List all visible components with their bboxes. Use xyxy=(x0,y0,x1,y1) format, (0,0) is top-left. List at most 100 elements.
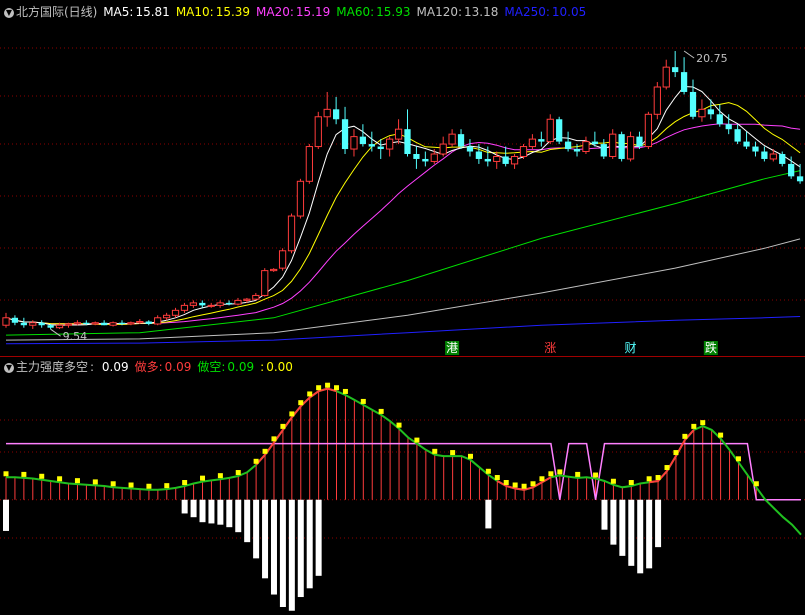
candle-body-up xyxy=(582,141,590,153)
candle-body-up xyxy=(305,146,313,182)
strength-marker xyxy=(467,453,473,459)
strength-marker xyxy=(92,479,98,485)
candle-body-up xyxy=(162,314,171,319)
chevron-down-icon[interactable]: ▼ xyxy=(4,7,14,18)
candle-body-up xyxy=(493,155,501,162)
candle-body-down xyxy=(341,119,349,150)
candle-body-down xyxy=(20,322,27,326)
candle-body-down xyxy=(502,156,509,164)
legend-value: 15.93 xyxy=(376,5,411,19)
ma20-line xyxy=(5,123,801,325)
short-bar xyxy=(235,499,242,533)
candle-body-down xyxy=(145,321,152,324)
legend-value: 0.09 xyxy=(227,360,255,374)
strength-marker xyxy=(664,465,670,471)
price-annotation: 9.54 xyxy=(63,330,88,343)
legend-value: 0.09 xyxy=(101,360,129,374)
strength-marker xyxy=(280,423,286,429)
candle-body-up xyxy=(644,113,653,148)
candle-body-up xyxy=(171,309,180,316)
strength-marker xyxy=(182,480,188,486)
strength-marker xyxy=(718,432,724,438)
candle-body-down xyxy=(11,317,19,323)
strength-marker xyxy=(271,436,277,442)
candle-body-up xyxy=(698,108,706,118)
legend-value: 0.00 xyxy=(266,360,293,374)
candle-body-down xyxy=(761,151,768,159)
legend-item: MA60: xyxy=(336,5,375,19)
ma10-line xyxy=(5,102,801,326)
candle-body-up xyxy=(386,138,394,150)
strength-line xyxy=(6,387,802,536)
candle-body-up xyxy=(252,294,260,300)
short-bar xyxy=(270,499,277,595)
strength-marker xyxy=(217,473,223,479)
legend-item: MA250: xyxy=(504,5,550,19)
ma250-line xyxy=(5,316,801,345)
strength-marker xyxy=(450,450,456,456)
candle-body-up xyxy=(546,118,554,143)
event-label: 港 xyxy=(446,341,458,355)
candle-body-down xyxy=(199,302,206,306)
candle-body-down xyxy=(672,67,679,73)
legend-item: 做空: xyxy=(197,360,226,374)
candle-body-down xyxy=(359,136,367,145)
strength-marker xyxy=(146,483,152,489)
strength-marker xyxy=(557,469,563,475)
strength-marker xyxy=(253,458,259,464)
candle-body-down xyxy=(466,146,474,152)
candle-body-up xyxy=(350,136,358,150)
legend-item: MA10: xyxy=(175,5,214,19)
strength-marker xyxy=(200,475,206,481)
strength-marker xyxy=(512,482,518,488)
candle-body-down xyxy=(556,119,563,142)
strength-marker xyxy=(753,481,759,487)
short-bar xyxy=(646,499,653,569)
candle-body-up xyxy=(314,116,322,148)
strength-marker xyxy=(593,472,599,478)
candle-body-down xyxy=(591,141,598,145)
strength-marker xyxy=(494,475,500,481)
stock-chart-window: 20.75 9.54 港涨财跌 ▼ 北方国际(日线) MA5: 15.81 MA10: 15… xyxy=(0,0,805,615)
strength-marker xyxy=(110,481,116,487)
candle-body-down xyxy=(422,158,429,162)
short-bar xyxy=(279,499,286,608)
candle-body-down xyxy=(752,146,759,152)
candle-body-down xyxy=(618,134,625,159)
candle-body-down xyxy=(689,91,697,117)
candle-body-up xyxy=(207,304,215,307)
candle-body-up xyxy=(278,250,287,269)
candle-body-down xyxy=(404,129,411,154)
strength-marker xyxy=(575,471,581,477)
annotation-leader xyxy=(683,50,695,59)
candle-body-down xyxy=(779,154,786,164)
stock-title: 北方国际(日线) xyxy=(16,5,98,19)
candle-body-down xyxy=(118,322,126,324)
candle-body-down xyxy=(332,109,340,120)
candle-body-down xyxy=(377,146,384,150)
main-legend: ▼ 北方国际(日线) MA5: 15.81 MA10: 15.39 MA20: 15.19 M… xyxy=(4,4,594,20)
candle-body-up xyxy=(510,155,519,165)
strength-marker xyxy=(289,411,295,417)
candle-body-up xyxy=(243,298,251,301)
candle-body-down xyxy=(475,151,483,159)
candle-body-up xyxy=(2,317,10,326)
candle-body-down xyxy=(734,129,741,142)
short-bar xyxy=(262,499,269,579)
strength-marker xyxy=(128,482,134,488)
candle-body-up xyxy=(154,317,162,325)
candle-body-down xyxy=(743,141,750,147)
legend-item: : xyxy=(260,360,265,374)
event-label: 跌 xyxy=(705,340,717,355)
candle-body-up xyxy=(323,108,331,118)
event-label: 涨 xyxy=(544,340,556,355)
candle-body-down xyxy=(484,158,491,162)
candle-body-down xyxy=(413,154,420,159)
strength-marker xyxy=(700,420,706,426)
candle-body-up xyxy=(261,270,269,296)
strength-marker xyxy=(235,470,241,476)
chevron-down-icon[interactable]: ▼ xyxy=(4,362,14,373)
strength-marker xyxy=(396,422,402,428)
strength-marker xyxy=(262,448,268,454)
strength-marker xyxy=(307,391,313,397)
